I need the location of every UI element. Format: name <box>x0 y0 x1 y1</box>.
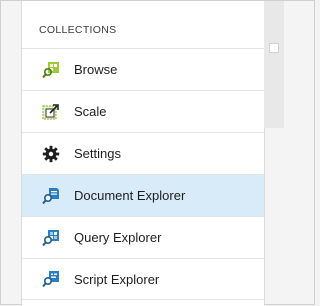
collections-panel: COLLECTIONS Browse Scale Settings Docume… <box>21 1 265 306</box>
menu-item-label: Script Explorer <box>74 271 160 287</box>
menu-item-browse[interactable]: Browse <box>22 48 264 90</box>
menu-item-settings[interactable]: Settings <box>22 132 264 174</box>
menu-item-label: Document Explorer <box>74 188 186 203</box>
gear-icon <box>41 144 61 164</box>
script-explorer-icon <box>41 269 61 289</box>
collections-menu: Browse Scale Settings Document Explorer … <box>22 48 264 300</box>
menu-item-label: Scale <box>74 104 107 119</box>
menu-item-script-explorer[interactable]: Script Explorer <box>22 258 264 300</box>
scrollbar-thumb[interactable] <box>269 43 279 53</box>
scale-icon <box>41 102 61 122</box>
document-explorer-icon <box>41 186 61 206</box>
menu-item-document-explorer[interactable]: Document Explorer <box>22 174 264 216</box>
window-frame: COLLECTIONS Browse Scale Settings Docume… <box>0 0 315 306</box>
scrollbar[interactable] <box>264 1 284 128</box>
menu-item-label: Settings <box>74 146 121 161</box>
menu-item-scale[interactable]: Scale <box>22 90 264 132</box>
menu-item-label: Browse <box>74 62 118 77</box>
query-explorer-icon <box>41 228 61 248</box>
section-header: COLLECTIONS <box>39 24 117 36</box>
menu-item-query-explorer[interactable]: Query Explorer <box>22 216 264 258</box>
menu-item-label: Query Explorer <box>74 230 162 245</box>
browse-icon <box>41 60 61 80</box>
